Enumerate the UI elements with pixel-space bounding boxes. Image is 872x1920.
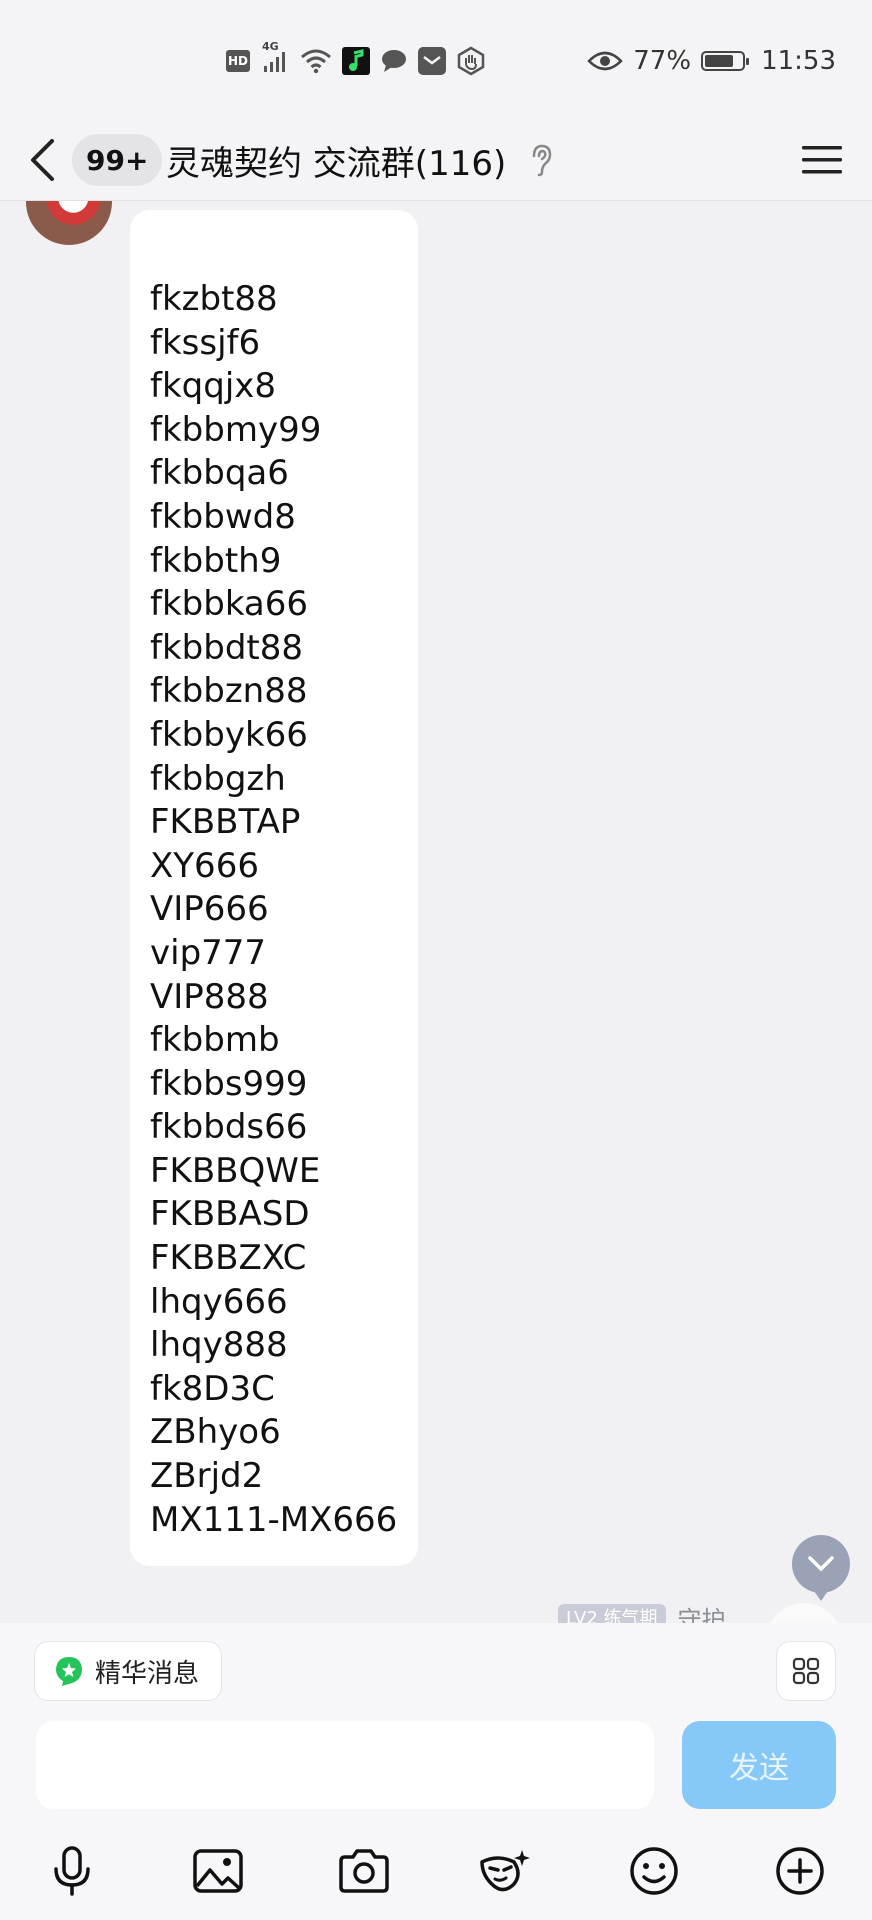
message-input[interactable] [36, 1721, 654, 1809]
message-line: FKBBZXC [150, 1238, 307, 1279]
message-bubble[interactable]: fkzbt88 fkssjf6 fkqqjx8 fkbbmy99 fkbbqa6 fkbb… [130, 210, 418, 1566]
mask-emoji-icon [480, 1850, 530, 1892]
emoji-button[interactable] [626, 1843, 682, 1899]
unread-count: 99+ [72, 134, 163, 186]
chat-header: 99+ 灵魂契约 交流群(116) [0, 120, 872, 201]
mail-icon [418, 47, 446, 75]
clock: 11:53 [761, 46, 836, 76]
message-line: fkbbqa6 [150, 453, 289, 494]
sender-name[interactable]: 守护 [678, 1600, 726, 1624]
next-sender-avatar[interactable] [766, 1603, 842, 1623]
message-line: fkbbwd8 [150, 496, 296, 537]
chat-title[interactable]: 灵魂契约 交流群(116) [166, 120, 506, 200]
message-line: vip777 [150, 932, 267, 973]
message-line: fk8D3C [150, 1368, 275, 1409]
message-line: FKBBASD [150, 1194, 310, 1235]
message-line: MX111-MX666 [150, 1499, 398, 1540]
camera-button[interactable] [336, 1843, 392, 1899]
apps-grid-button[interactable] [776, 1641, 836, 1701]
menu-icon [802, 146, 842, 174]
sender-avatar[interactable] [26, 201, 112, 245]
message-line: ZBhyo6 [150, 1412, 281, 1453]
essence-label: 精华消息 [95, 1658, 200, 1689]
message-line: fkbbmb [150, 1020, 280, 1061]
signal-icon: 4G [260, 40, 290, 74]
back-icon [31, 139, 54, 181]
network-type-label: 4G [262, 40, 279, 53]
battery-percent: 77% [633, 46, 692, 76]
message-line: fkqqjx8 [150, 366, 277, 407]
message-line: XY666 [150, 845, 259, 886]
hd-label: HD [226, 50, 250, 72]
eye-icon [587, 49, 624, 73]
next-message-header: LV2 练气期 守护 [558, 1604, 726, 1623]
message-line: fkbbth9 [150, 540, 282, 581]
message-line: fkssjf6 [150, 322, 261, 363]
unread-count-badge[interactable]: 99+ [72, 120, 163, 200]
music-app-icon [342, 47, 370, 75]
star-badge-icon [56, 1657, 82, 1686]
mask-emoji-button[interactable] [478, 1843, 534, 1899]
battery-icon [701, 51, 750, 71]
hand-icon [456, 46, 486, 76]
chat-message-list[interactable]: fkzbt88 fkssjf6 fkqqjx8 fkbbmy99 fkbbqa6 fkbb… [0, 201, 872, 1623]
message-line: fkbbds66 [150, 1107, 308, 1148]
status-bar: HD 4G 77% 11:53 [0, 0, 872, 120]
message-line: VIP888 [150, 976, 269, 1017]
image-icon [193, 1849, 243, 1893]
message-line: fkbbs999 [150, 1063, 308, 1104]
level-badge: LV2 练气期 [558, 1604, 666, 1623]
battery-level-fill [705, 55, 734, 67]
essence-messages-button[interactable]: 精华消息 [34, 1641, 223, 1701]
menu-button[interactable] [800, 140, 844, 180]
camera-icon [339, 1849, 389, 1893]
status-left-icons: HD 4G [226, 40, 486, 78]
more-button[interactable] [772, 1843, 828, 1899]
chat-notification-icon [380, 48, 408, 74]
wifi-icon [300, 48, 332, 74]
message-line: fkbbgzh [150, 758, 286, 799]
hd-icon: HD [226, 50, 250, 72]
message-line: fkzbt88 [150, 279, 278, 319]
chevron-down-icon [808, 1556, 834, 1571]
message-line: VIP666 [150, 889, 269, 930]
message-line: lhqy888 [150, 1325, 288, 1366]
message-text: fkzbt88 fkssjf6 fkqqjx8 fkbbmy99 fkbbqa6 fkbb… [150, 278, 418, 1542]
message-line: fkbbyk66 [150, 714, 308, 755]
send-button[interactable]: 发送 [682, 1721, 836, 1809]
status-right-icons: 77% 11:53 [587, 42, 836, 80]
message-line: ZBrjd2 [150, 1456, 264, 1497]
message-line: fkbbdt88 [150, 627, 303, 668]
message-line: lhqy666 [150, 1281, 288, 1322]
scroll-to-bottom-button[interactable] [792, 1535, 850, 1601]
back-button[interactable] [28, 120, 62, 200]
microphone-icon [54, 1846, 90, 1896]
message-line: fkbbka66 [150, 584, 309, 625]
ear-icon[interactable] [528, 142, 556, 178]
plus-circle-icon [776, 1847, 824, 1895]
composer-panel: 精华消息 发送 [0, 1623, 872, 1920]
voice-button[interactable] [44, 1843, 100, 1899]
input-toolbar [0, 1831, 872, 1911]
grid-icon [792, 1657, 820, 1685]
message-line: FKBBTAP [150, 802, 301, 843]
message-line: FKBBQWE [150, 1150, 321, 1191]
message-line: fkbbmy99 [150, 409, 322, 450]
image-button[interactable] [190, 1843, 246, 1899]
message-line: fkbbzn88 [150, 671, 308, 712]
smile-icon [630, 1847, 678, 1895]
